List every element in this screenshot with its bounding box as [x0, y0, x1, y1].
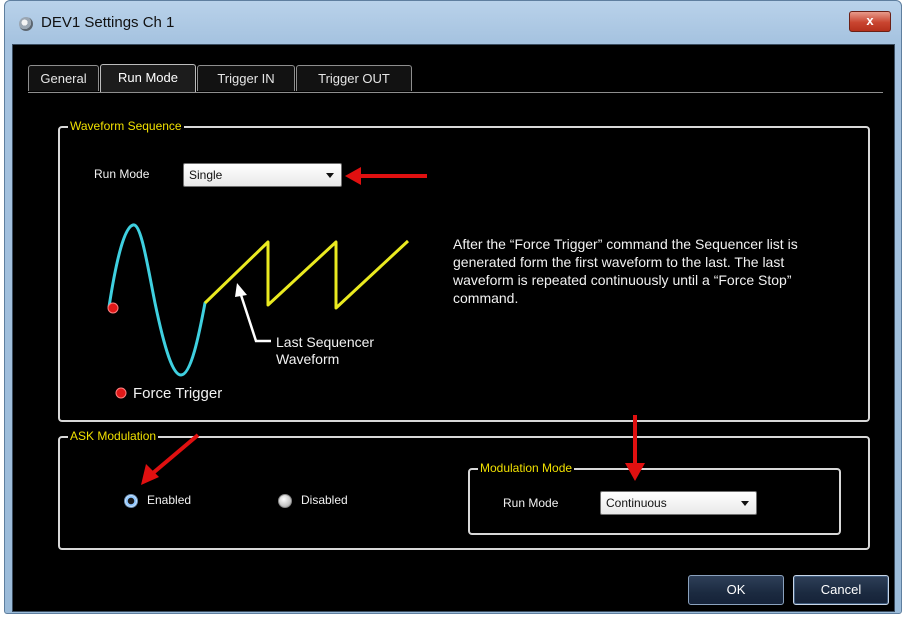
legend-dot-icon — [115, 387, 127, 399]
sine-waveform — [107, 223, 207, 377]
dialog-content: General Run Mode Trigger IN Trigger OUT … — [12, 44, 895, 612]
window-title: DEV1 Settings Ch 1 — [41, 14, 175, 31]
illustration-overlay — [107, 167, 645, 485]
title-bar[interactable]: DEV1 Settings Ch 1 x — [5, 1, 901, 45]
red-arrow-enabled — [151, 433, 200, 475]
red-arrowhead-run-mode — [345, 167, 361, 185]
settings-dialog: DEV1 Settings Ch 1 x General Run Mode Tr… — [4, 0, 902, 614]
callout-arrowhead — [235, 283, 247, 297]
close-button[interactable]: x — [849, 11, 891, 32]
red-arrowhead-modulation — [625, 463, 645, 481]
red-arrowhead-enabled — [141, 464, 159, 485]
force-trigger-marker — [107, 302, 119, 314]
settings-gear-icon — [19, 17, 33, 31]
sawtooth-waveform — [203, 239, 410, 310]
